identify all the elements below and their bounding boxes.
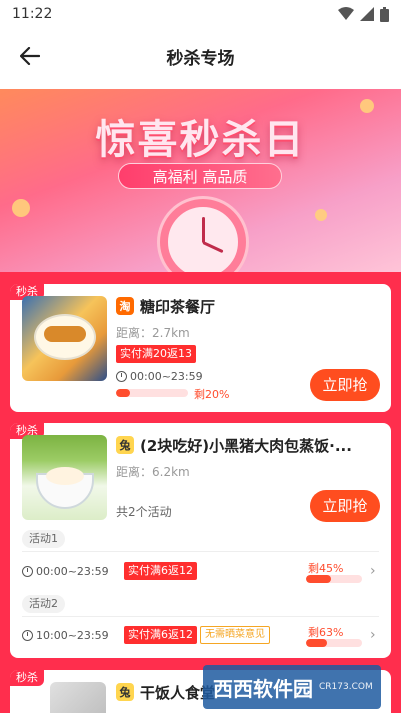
activity-time-range: 10:00~23:59 [22, 629, 109, 642]
shop-thumbnail[interactable] [22, 435, 107, 520]
activity-label: 活动2 [22, 595, 65, 613]
promo-badge: 实付满6返12 [124, 562, 197, 580]
back-button[interactable] [16, 42, 44, 70]
battery-icon [380, 6, 389, 22]
stock-progress-bar [306, 639, 362, 647]
stock-progress-fill [116, 389, 131, 397]
status-time: 11:22 [12, 6, 53, 22]
time-range-text: 10:00~23:59 [36, 629, 109, 642]
time-range-text: 00:00~23:59 [130, 370, 203, 383]
rabbit-logo-icon: 兔 [116, 683, 134, 701]
coin-decoration [315, 209, 327, 221]
remaining-stock: 剩45% [308, 562, 344, 575]
divider [22, 551, 379, 552]
wifi-icon [338, 7, 354, 20]
watermark-text: 西西软件园 [213, 676, 313, 701]
stock-progress-fill [306, 575, 332, 583]
promo-badge: 实付满20返13 [116, 345, 196, 363]
chevron-right-icon[interactable]: › [370, 627, 376, 643]
arrow-left-icon [20, 47, 40, 65]
alarm-clock-icon [160, 199, 246, 279]
requirement-badge: 无需晒菜意见 [200, 626, 270, 644]
rabbit-logo-icon: 兔 [116, 436, 134, 454]
shop-distance: 距离：2.7km [116, 326, 190, 340]
time-range-text: 00:00~23:59 [36, 565, 109, 578]
banner-subtitle: 高福利 高品质 [118, 163, 282, 189]
activity-count: 共2个活动 [116, 505, 172, 519]
promo-badge: 实付满6返12 [124, 626, 197, 644]
flash-sale-card[interactable]: 秒杀 淘 糖印茶餐厅 距离：2.7km 实付满20返13 00:00~23:59… [10, 284, 391, 412]
nav-bar: 秒杀专场 [0, 28, 401, 84]
grab-button[interactable]: 立即抢 [310, 490, 380, 522]
remaining-stock: 剩63% [308, 626, 344, 639]
clock-icon [116, 371, 127, 382]
page-title: 秒杀专场 [166, 48, 235, 69]
activity-time-range: 00:00~23:59 [22, 565, 109, 578]
remaining-stock: 剩20% [194, 388, 230, 401]
stock-progress-bar [116, 389, 188, 397]
shop-thumbnail[interactable] [50, 682, 106, 713]
food-image [44, 326, 86, 342]
coin-decoration [12, 199, 30, 217]
grab-button[interactable]: 立即抢 [310, 369, 380, 401]
clock-icon [22, 566, 33, 577]
clock-icon [22, 630, 33, 641]
flash-sale-tag: 秒杀 [10, 670, 44, 686]
taobao-icon: 淘 [116, 297, 134, 315]
divider [22, 616, 379, 617]
shop-name[interactable]: (2块吃好)小黑猪大肉包蒸饭·... [140, 435, 375, 456]
status-icons [338, 6, 389, 22]
stock-progress-fill [306, 639, 327, 647]
chevron-right-icon[interactable]: › [370, 563, 376, 579]
time-range: 00:00~23:59 [116, 370, 203, 383]
shop-name[interactable]: 糖印茶餐厅 [140, 296, 320, 317]
shop-distance: 距离：6.2km [116, 465, 190, 479]
shop-thumbnail[interactable] [22, 296, 107, 381]
signal-icon [360, 7, 374, 21]
promo-banner: 惊喜秒杀日 高福利 高品质 [0, 89, 401, 279]
flash-sale-card[interactable]: 秒杀 兔 (2块吃好)小黑猪大肉包蒸饭·... 距离：6.2km 共2个活动 立… [10, 423, 391, 658]
site-watermark: 西西软件园 CR173.COM [203, 665, 381, 709]
banner-title: 惊喜秒杀日 [95, 117, 306, 163]
watermark-url: CR173.COM [319, 682, 373, 692]
status-bar: 11:22 [0, 0, 401, 28]
stock-progress-bar [306, 575, 362, 583]
activity-label: 活动1 [22, 530, 65, 548]
food-image [46, 467, 84, 485]
